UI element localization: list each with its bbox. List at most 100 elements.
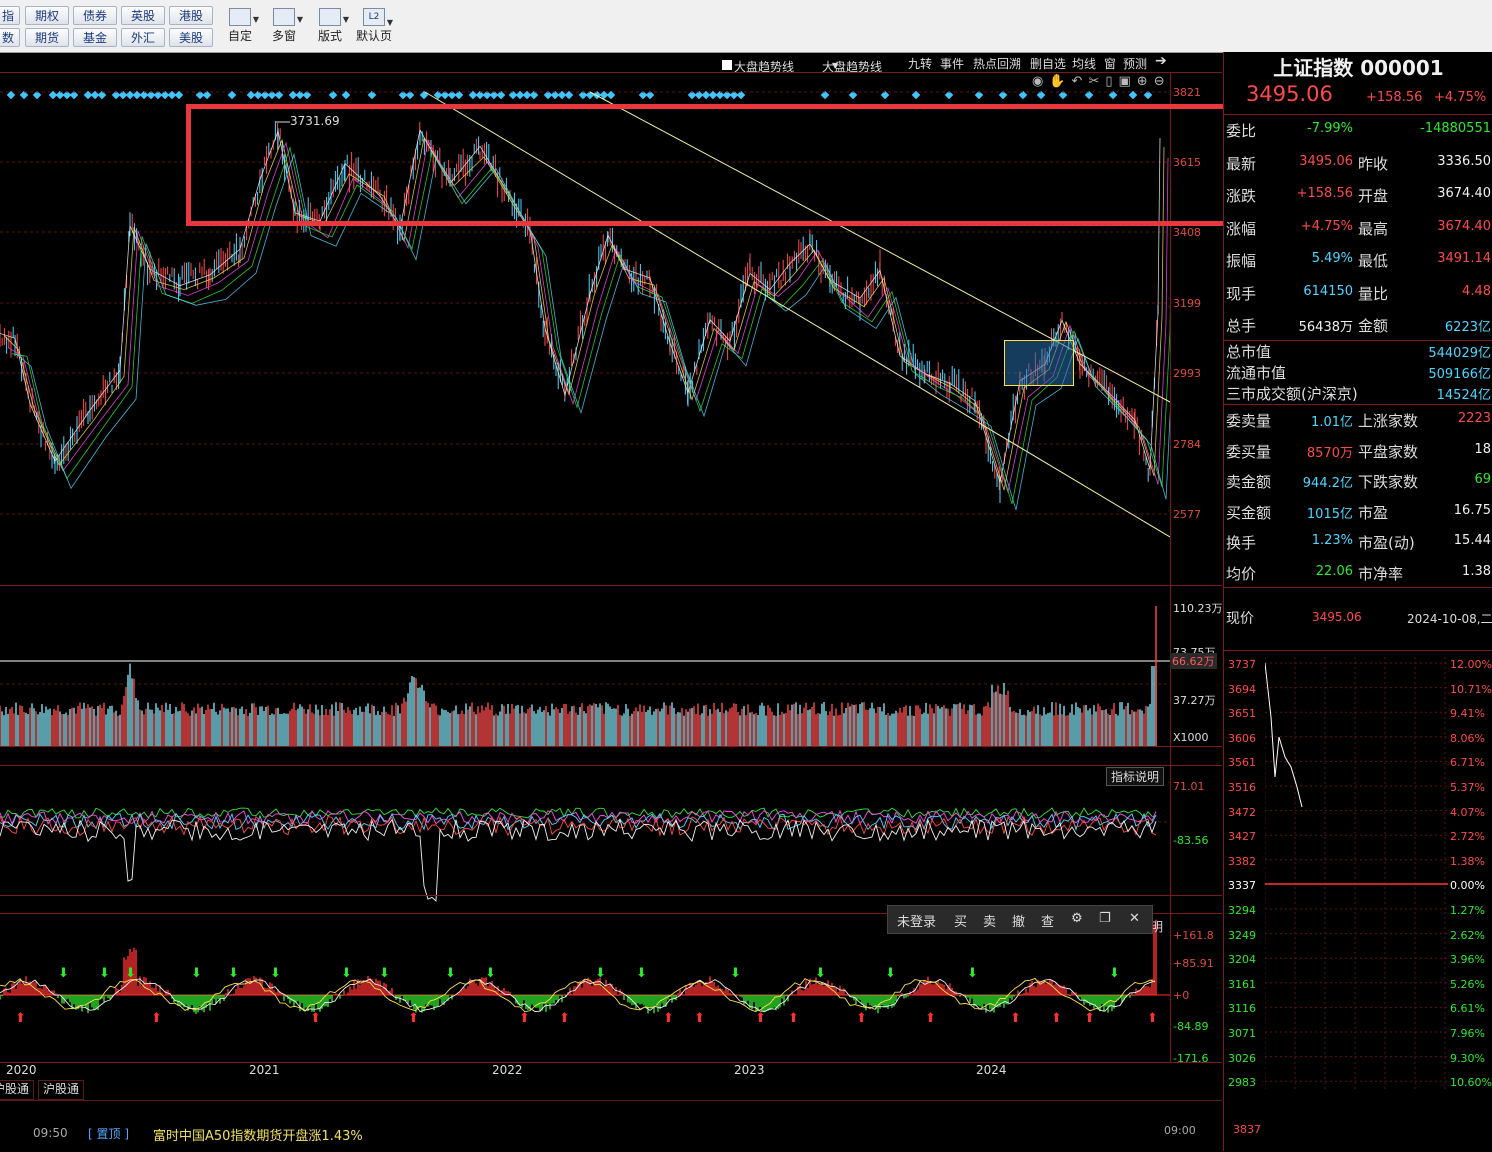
mini-price-tick: 3337 xyxy=(1228,879,1256,893)
now-label: 现价 xyxy=(1226,611,1254,627)
multi-window-button[interactable]: ▼ 多窗 xyxy=(262,4,306,50)
main-toolbar: 指 期权 债券 英股 港股 数 期货 基金 外汇 美股 ▼ 自定 ▼ 多窗 ▼ … xyxy=(0,0,1492,53)
signal-arrow-icon: ⬇ xyxy=(636,966,647,981)
settings-gear-icon[interactable]: ⚙ xyxy=(1071,911,1083,926)
mini-pct-tick: 1.38% xyxy=(1450,854,1485,868)
separator xyxy=(1224,587,1492,588)
buy-button[interactable]: 买 xyxy=(954,911,967,930)
close-icon[interactable]: ✕ xyxy=(1129,911,1140,926)
market-tab-bonds[interactable]: 债券 xyxy=(73,6,117,25)
signal-arrow-icon: ⬆ xyxy=(755,1011,766,1026)
mini-pct-tick: 5.37% xyxy=(1450,781,1485,794)
mini-price-tick: 3472 xyxy=(1228,805,1256,819)
quote-label: 市盈 xyxy=(1358,503,1389,522)
quote-value: +4.75% xyxy=(1300,218,1353,234)
signal-arrow-icon: ⬆ xyxy=(151,1011,162,1026)
signal-arrow-icon: ⬇ xyxy=(815,966,826,981)
separator xyxy=(1224,650,1492,651)
separator xyxy=(0,72,1222,73)
events-button[interactable]: 事件 xyxy=(940,55,964,72)
signal-arrow-icon: ⬇ xyxy=(191,966,202,981)
signal-arrow-icon: ⬇ xyxy=(228,966,239,981)
forecast-button[interactable]: 预测 xyxy=(1123,55,1147,72)
delete-watchlist-button[interactable]: 删自选 xyxy=(1030,55,1066,72)
news-tag[interactable]: [ 置顶 ] xyxy=(88,1125,129,1142)
tab-shanghai-connect-2[interactable]: 沪股通 xyxy=(38,1080,85,1100)
consolidation-box xyxy=(1004,340,1074,386)
signal-arrow-icon: ⬆ xyxy=(310,1011,321,1026)
mini-price-tick: 3561 xyxy=(1228,756,1256,770)
signal-arrow-icon: ⬆ xyxy=(663,1011,674,1026)
query-button[interactable]: 查 xyxy=(1041,911,1054,930)
market-tab-options[interactable]: 期权 xyxy=(25,6,69,25)
signal-arrow-icon: ⬇ xyxy=(967,966,978,981)
trade-bar: 未登录 买 卖 撤 查 ⚙ ❐ ✕ xyxy=(887,905,1153,934)
window-button[interactable]: 窗 xyxy=(1104,55,1116,72)
quote-label: 委比 xyxy=(1226,122,1257,140)
mini-price-tick: 3737 xyxy=(1228,658,1256,671)
mini-pct-tick: 7.96% xyxy=(1450,1027,1485,1040)
quote-label: 开盘 xyxy=(1358,187,1389,205)
quote-row: 委卖量 1.01亿 上涨家数 2223 xyxy=(1224,404,1492,434)
mini-pct-tick: 1.27% xyxy=(1450,904,1485,917)
intraday-chart[interactable] xyxy=(1265,657,1448,1092)
y-tick: 3408 xyxy=(1173,226,1201,239)
quote-row: 现手 614150 量比 4.48 xyxy=(1224,277,1492,307)
custom-button[interactable]: ▼ 自定 xyxy=(218,4,262,50)
news-time: 09:50 xyxy=(33,1126,68,1140)
tab-shanghai-connect-1[interactable]: 沪股通 xyxy=(0,1080,35,1100)
market-tab-hk-stocks[interactable]: 港股 xyxy=(169,6,213,25)
restore-window-icon[interactable]: ❐ xyxy=(1099,911,1111,926)
signal-arrow-icon: ⬇ xyxy=(58,966,69,981)
quote-label: 涨幅 xyxy=(1226,219,1257,238)
signal-arrow-icon: ⬆ xyxy=(1051,1011,1062,1026)
mini-pct-tick: 4.07% xyxy=(1450,805,1485,819)
x-tick: 2020 xyxy=(6,1063,37,1077)
market-tab-us-stocks[interactable]: 美股 xyxy=(169,28,213,47)
news-headline[interactable]: 富时中国A50指数期货开盘涨1.43% xyxy=(153,1125,363,1144)
market-tab-index[interactable]: 指 xyxy=(0,6,20,25)
mini-pct-tick: 9.30% xyxy=(1450,1051,1485,1065)
quote-value: 4.48 xyxy=(1462,283,1491,299)
market-tab-funds[interactable]: 基金 xyxy=(73,28,117,47)
market-tab-uk-stocks[interactable]: 英股 xyxy=(121,6,165,25)
mini-price-tick: 3694 xyxy=(1228,682,1256,696)
mini-pct-tick: 9.41% xyxy=(1450,707,1485,721)
sell-button[interactable]: 卖 xyxy=(983,911,996,930)
default-page-button[interactable]: L2 ▼ 默认页 xyxy=(352,4,396,50)
mini-pct-tick: 2.72% xyxy=(1450,830,1485,844)
exit-arrow-icon[interactable]: ➔ xyxy=(1155,53,1167,69)
quote-panel: 上证指数 000001 3495.06 +158.56 +4.75% 委比 -7.… xyxy=(1164,52,1492,1151)
y-tick: 3821 xyxy=(1173,86,1201,99)
mini-pct-tick: 5.26% xyxy=(1450,977,1485,991)
signal-arrow-icon: ⬆ xyxy=(925,1011,936,1026)
quote-label: 换手 xyxy=(1226,534,1257,552)
quote-label: 量比 xyxy=(1358,284,1389,303)
quote-value: 16.75 xyxy=(1453,502,1491,518)
layout-button[interactable]: ▼ 版式 xyxy=(308,4,352,50)
quote-value: 3491.14 xyxy=(1437,251,1491,266)
market-tab-numbers[interactable]: 数 xyxy=(0,28,20,47)
indicator-help-button[interactable]: 指标说明 xyxy=(1106,767,1165,786)
mini-price-tick: 3427 xyxy=(1228,830,1256,844)
hotspot-review-button[interactable]: 热点回溯 xyxy=(973,55,1021,72)
mini-pct-tick: 3.96% xyxy=(1450,953,1485,967)
trendline-checkbox[interactable]: 大盘趋势线 xyxy=(722,55,794,74)
quote-value: 56438万 xyxy=(1298,320,1353,335)
quote-label: 平盘家数 xyxy=(1358,442,1419,461)
vol-tick: 110.23万 xyxy=(1173,602,1223,615)
market-tab-futures[interactable]: 期货 xyxy=(25,28,69,47)
signal-arrow-icon: ⬇ xyxy=(379,966,390,981)
window-grid-icon: ▼ xyxy=(273,8,303,26)
nine-turn-button[interactable]: 九转 xyxy=(908,55,932,72)
x-tick: 2022 xyxy=(492,1063,523,1077)
quote-row: 涨跌 +158.56 开盘 3674.40 xyxy=(1224,179,1492,209)
macd-tick: +161.8 xyxy=(1173,929,1214,942)
market-tab-forex[interactable]: 外汇 xyxy=(121,28,165,47)
quote-row: 振幅 5.49% 最低 3491.14 xyxy=(1224,244,1492,274)
mini-clip-label: 3837 xyxy=(1233,1123,1261,1136)
cancel-order-button[interactable]: 撤 xyxy=(1012,911,1025,930)
login-button[interactable]: 未登录 xyxy=(897,911,936,930)
moving-average-button[interactable]: 均线 xyxy=(1072,55,1096,72)
quote-value: 15.44 xyxy=(1453,533,1491,548)
